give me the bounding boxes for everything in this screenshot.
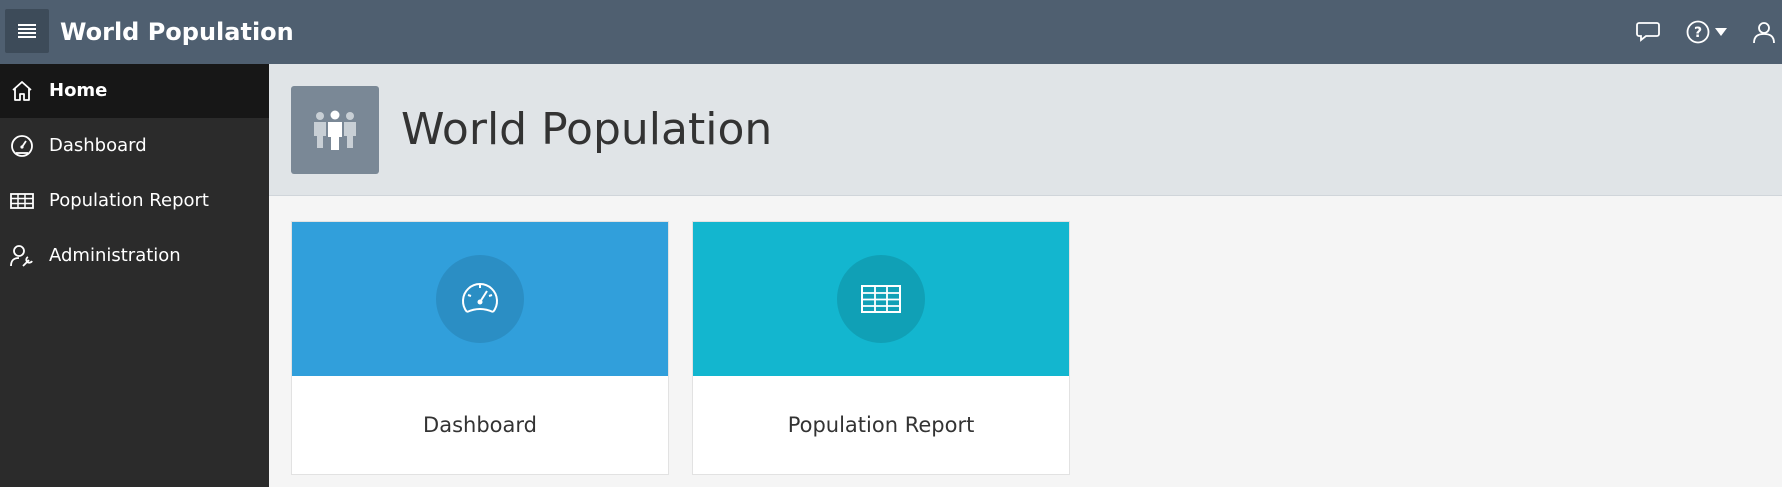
dashboard-icon (462, 283, 498, 313)
sidebar-item-label: Administration (49, 245, 181, 266)
page-title: World Population (401, 104, 773, 155)
svg-text:?: ? (1694, 25, 1702, 41)
home-icon (12, 81, 32, 101)
card-dashboard[interactable]: Dashboard (291, 221, 669, 475)
dashboard-icon (11, 135, 33, 157)
chat-icon (1636, 22, 1660, 42)
card-label: Population Report (787, 413, 975, 437)
hero-icon-box (291, 86, 379, 174)
sidebar-item-population-report[interactable]: Population Report (0, 174, 269, 228)
sidebar-item-home[interactable]: Home (0, 64, 269, 118)
sidebar-item-dashboard[interactable]: Dashboard (0, 119, 269, 173)
table-icon (10, 193, 34, 209)
app-title[interactable]: World Population (60, 17, 294, 47)
table-icon (861, 285, 901, 313)
people-icon (314, 110, 356, 150)
sidebar-item-label: Population Report (49, 190, 209, 211)
feedback-button[interactable] (1636, 17, 1660, 47)
help-icon: ? (1686, 20, 1710, 44)
page-hero: World Population (269, 64, 1782, 196)
help-menu-button[interactable]: ? (1686, 17, 1727, 47)
user-icon (1753, 22, 1775, 44)
sidebar-item-administration[interactable]: Administration (0, 229, 269, 283)
caret-down-icon (1715, 28, 1727, 36)
user-wrench-icon (10, 245, 33, 267)
menu-icon (18, 24, 36, 38)
card-icon-circle (436, 255, 524, 343)
user-menu-button[interactable] (1752, 17, 1776, 47)
card-icon-circle (837, 255, 925, 343)
card-banner (693, 222, 1069, 376)
sidebar-item-label: Home (49, 80, 108, 101)
card-population-report[interactable]: Population Report (692, 221, 1070, 475)
top-header: World Population ? (0, 0, 1782, 64)
card-banner (292, 222, 668, 376)
sidebar: Home Dashboard Population Report Adminis… (0, 64, 269, 487)
sidebar-item-label: Dashboard (49, 135, 147, 156)
menu-toggle-button[interactable] (5, 9, 49, 53)
card-label: Dashboard (423, 413, 537, 437)
